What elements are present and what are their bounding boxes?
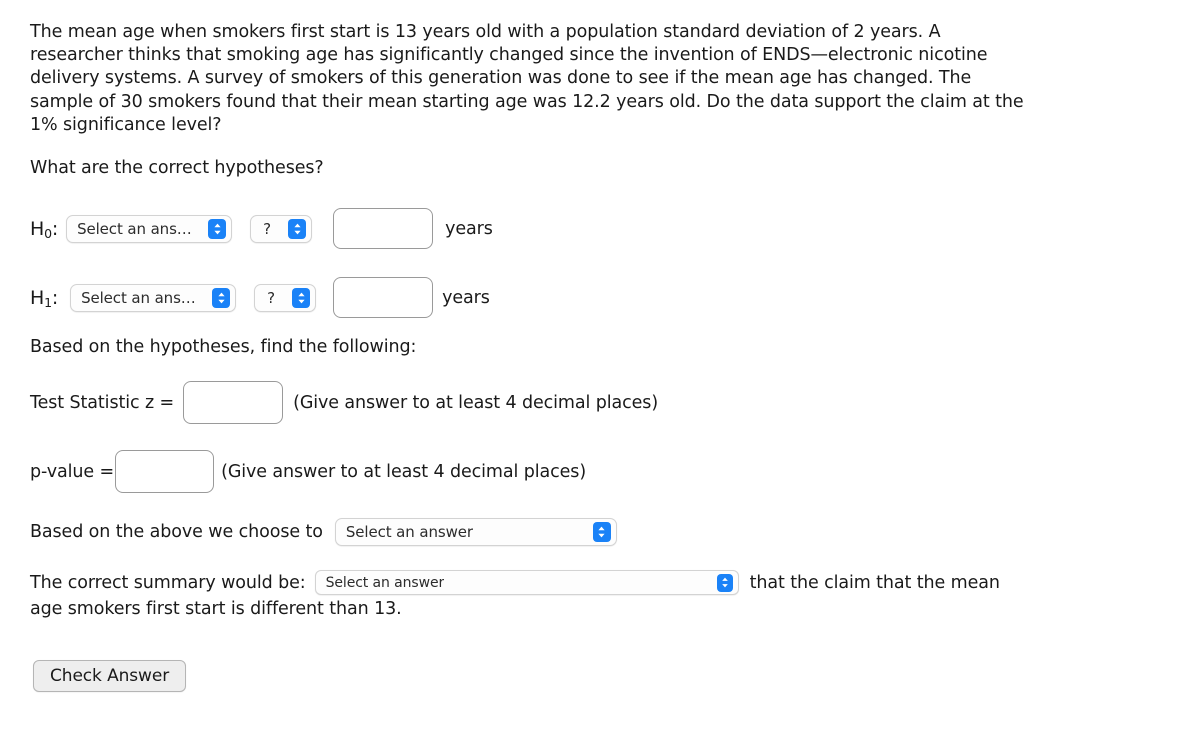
test-statistic-row: Test Statistic z = (Give answer to at le… [30, 381, 658, 424]
alternative-hypothesis-row: H1: Select an answer ? years [30, 277, 490, 318]
h0-parameter-select[interactable]: Select an answer [66, 214, 233, 243]
test-statistic-hint: (Give answer to at least 4 decimal place… [293, 392, 659, 413]
h1-comparison-select[interactable]: ? [254, 283, 317, 312]
null-hypothesis-label: H0: [30, 217, 59, 241]
p-value-hint: (Give answer to at least 4 decimal place… [221, 461, 587, 482]
summary-row: The correct summary would be: Select an … [30, 570, 1000, 595]
check-answer-button[interactable]: Check Answer [33, 660, 187, 692]
test-statistic-input[interactable] [183, 381, 284, 424]
chevron-up-down-icon[interactable] [208, 218, 227, 239]
h0-comparison-select[interactable]: ? [250, 214, 313, 243]
summary-select[interactable]: Select an answer [314, 570, 739, 595]
h0-comparison-select-value: ? [263, 219, 271, 238]
decision-select[interactable]: Select an answer [334, 518, 617, 546]
h0-parameter-select-value: Select an answer [77, 219, 199, 238]
chevron-up-down-icon[interactable] [212, 287, 231, 308]
alternative-hypothesis-label: H1: [30, 286, 59, 310]
summary-select-value: Select an answer [325, 574, 445, 591]
test-statistic-label: Test Statistic z = [30, 392, 175, 413]
h0-value-input[interactable] [333, 208, 434, 249]
h1-units-label: years [442, 287, 490, 308]
decision-select-value: Select an answer [345, 523, 473, 541]
decision-label: Based on the above we choose to [30, 522, 323, 542]
page-question: What are the correct hypotheses? [30, 158, 324, 178]
h1-parameter-select[interactable]: Select an answer [70, 283, 237, 312]
p-value-row: p-value = (Give answer to at least 4 dec… [30, 450, 586, 493]
exercise-page: The mean age when smokers first start is… [0, 0, 1200, 754]
chevron-up-down-icon[interactable] [592, 522, 611, 542]
h1-parameter-select-value: Select an answer [81, 288, 203, 307]
h0-units-label: years [445, 218, 493, 239]
p-value-label: p-value = [30, 461, 115, 482]
h1-value-input[interactable] [333, 277, 434, 318]
decision-row: Based on the above we choose to Select a… [30, 518, 617, 546]
summary-second-line: age smokers first start is different tha… [30, 599, 402, 619]
chevron-up-down-icon[interactable] [288, 218, 307, 239]
findings-heading: Based on the hypotheses, find the follow… [30, 337, 417, 357]
summary-trailing-text: that the claim that the mean [749, 572, 1000, 593]
h1-comparison-select-value: ? [267, 288, 275, 307]
p-value-input[interactable] [115, 450, 215, 493]
null-hypothesis-row: H0: Select an answer ? years [30, 208, 493, 249]
chevron-up-down-icon[interactable] [292, 287, 311, 308]
chevron-up-down-icon[interactable] [716, 573, 733, 592]
problem-statement: The mean age when smokers first start is… [30, 22, 1024, 135]
summary-label: The correct summary would be: [30, 572, 306, 593]
